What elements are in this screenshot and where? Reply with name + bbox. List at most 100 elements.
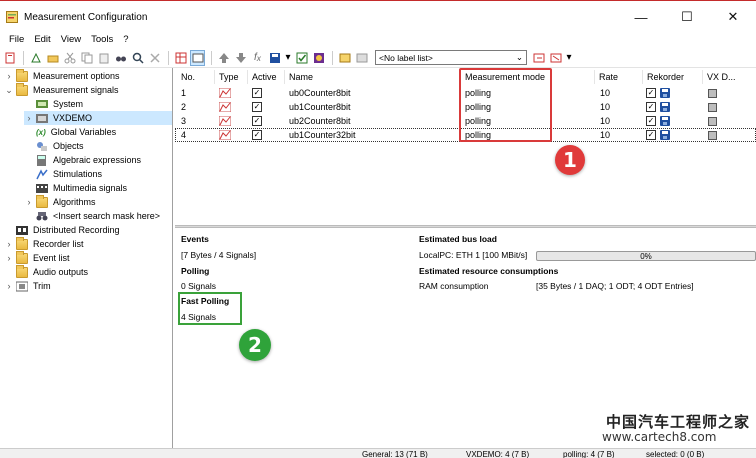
chevron-right-icon[interactable]: › <box>4 253 14 263</box>
active-checkbox[interactable]: ✓ <box>252 86 262 100</box>
column-header-rate[interactable]: Rate <box>595 70 643 84</box>
list-view-icon[interactable] <box>190 49 205 66</box>
label-options-icon[interactable] <box>548 50 563 66</box>
vx-display-icon[interactable] <box>708 128 717 142</box>
column-header-rekorder[interactable]: Rekorder <box>643 70 703 84</box>
status-selected: selected: 0 (0 B) <box>646 450 705 458</box>
chevron-right-icon[interactable]: › <box>24 113 34 123</box>
vx-display-icon[interactable] <box>708 86 717 100</box>
tree-item-label: Measurement options <box>33 71 120 81</box>
grid-view-icon[interactable] <box>173 50 188 66</box>
tree-item-objects[interactable]: Objects <box>24 139 84 153</box>
status-general: General: 13 (71 B) <box>362 450 428 458</box>
dropdown-arrow-icon[interactable]: ▾ <box>284 50 292 66</box>
toolbar: fx ▾ <No label list> ⌄ ▾ <box>0 48 756 68</box>
window-title: Measurement Configuration <box>24 11 148 23</box>
column-header-active[interactable]: Active <box>248 70 285 84</box>
tree-item-algebraic-expressions[interactable]: Algebraic expressions <box>24 153 141 167</box>
new-config-icon[interactable] <box>2 50 17 66</box>
menu-file[interactable]: File <box>4 34 29 45</box>
menu-edit[interactable]: Edit <box>29 34 55 45</box>
tree-item-stimulations[interactable]: Stimulations <box>24 167 102 181</box>
find-binoculars-icon[interactable] <box>113 50 128 66</box>
menu-tools[interactable]: Tools <box>86 34 118 45</box>
cell-rate[interactable]: 10 <box>600 86 610 100</box>
vx-display-icon[interactable] <box>708 114 717 128</box>
chevron-right-icon[interactable]: › <box>4 71 14 81</box>
chevron-right-icon[interactable]: › <box>4 281 14 291</box>
function-icon[interactable]: fx <box>250 50 265 66</box>
database-icon[interactable] <box>311 50 326 66</box>
label-edit-icon[interactable] <box>354 50 369 66</box>
tree-item-label: VXDEMO <box>53 113 93 123</box>
tree-item-recorder-list[interactable]: › Recorder list <box>4 236 84 251</box>
close-button[interactable]: ✕ <box>710 2 756 32</box>
minimize-button[interactable]: — <box>618 2 664 32</box>
label-list-select[interactable]: <No label list> ⌄ <box>375 50 527 65</box>
cell-rate[interactable]: 10 <box>600 128 610 142</box>
tree-item-label: Audio outputs <box>33 267 89 277</box>
recorder-checkbox[interactable]: ✓ <box>646 86 656 100</box>
chevron-right-icon[interactable]: › <box>24 197 34 207</box>
bus-load-label: LocalPC: ETH 1 [100 MBit/s] <box>419 250 528 260</box>
tree-item-measurement-signals[interactable]: ⌄ Measurement signals <box>4 82 119 97</box>
maximize-button[interactable]: ☐ <box>664 2 710 32</box>
variable-icon: (x) <box>36 127 46 137</box>
tree-item-search-mask[interactable]: <Insert search mask here> <box>24 209 160 223</box>
active-checkbox[interactable]: ✓ <box>252 100 262 114</box>
cut-icon[interactable] <box>62 50 77 66</box>
move-up-icon[interactable] <box>216 50 231 66</box>
save-icon <box>660 86 670 100</box>
tree-item-measurement-options[interactable]: › Measurement options <box>4 68 120 83</box>
vx-display-icon[interactable] <box>708 100 717 114</box>
save-icon <box>660 100 670 114</box>
chevron-down-icon[interactable]: ⌄ <box>4 85 14 96</box>
label-apply-icon[interactable] <box>531 50 546 66</box>
copy-icon[interactable] <box>79 50 94 66</box>
tree-item-label: Measurement signals <box>33 85 119 95</box>
cell-no: 1 <box>181 88 187 98</box>
tree-item-label: System <box>53 99 84 109</box>
tree-item-event-list[interactable]: › Event list <box>4 250 70 265</box>
panel-splitter[interactable] <box>175 225 756 228</box>
search-icon[interactable] <box>130 50 145 66</box>
menu-view[interactable]: View <box>56 34 86 45</box>
status-polling: polling: 4 (7 B) <box>563 450 615 458</box>
recorder-checkbox[interactable]: ✓ <box>646 100 656 114</box>
tree-item-system[interactable]: System <box>24 97 83 111</box>
tree-item-algorithms[interactable]: › Algorithms <box>24 194 96 209</box>
dropdown-arrow-icon[interactable]: ▾ <box>565 50 573 66</box>
move-down-icon[interactable] <box>233 50 248 66</box>
label-list-value: <No label list> <box>379 52 433 63</box>
active-checkbox[interactable]: ✓ <box>252 128 262 142</box>
tree-item-multimedia-signals[interactable]: Multimedia signals <box>24 181 127 195</box>
recorder-checkbox[interactable]: ✓ <box>646 128 656 142</box>
chevron-right-icon[interactable]: › <box>4 239 14 249</box>
cell-rate[interactable]: 10 <box>600 114 610 128</box>
checkbox-toggle-icon[interactable] <box>294 50 309 66</box>
tree-item-vxdemo[interactable]: › VXDEMO <box>24 111 172 125</box>
tree-item-audio-outputs[interactable]: Audio outputs <box>4 264 89 279</box>
column-header-no[interactable]: No. <box>177 70 215 84</box>
cell-rate[interactable]: 10 <box>600 100 610 114</box>
save-icon <box>660 114 670 128</box>
events-value: [7 Bytes / 4 Signals] <box>181 250 257 260</box>
open-folder-icon[interactable] <box>45 50 60 66</box>
label-list-icon[interactable] <box>337 50 352 66</box>
recorder-checkbox[interactable]: ✓ <box>646 114 656 128</box>
column-header-name[interactable]: Name <box>285 70 461 84</box>
active-checkbox[interactable]: ✓ <box>252 114 262 128</box>
signal-type-icon <box>219 114 231 128</box>
save-icon[interactable] <box>267 50 282 66</box>
delete-icon[interactable] <box>147 50 162 66</box>
cell-name: ub0Counter8bit <box>289 88 351 98</box>
tree-item-trim[interactable]: › Trim <box>4 279 51 293</box>
tree-item-global-variables[interactable]: (x) Global Variables <box>24 125 116 139</box>
column-header-type[interactable]: Type <box>215 70 248 84</box>
tree-item-distributed-recording[interactable]: Distributed Recording <box>4 223 120 237</box>
menu-help[interactable]: ? <box>118 34 133 45</box>
folder-icon <box>16 68 28 82</box>
insert-signal-icon[interactable] <box>28 50 43 66</box>
paste-icon[interactable] <box>96 50 111 66</box>
column-header-vx-display[interactable]: VX D... <box>703 70 756 84</box>
